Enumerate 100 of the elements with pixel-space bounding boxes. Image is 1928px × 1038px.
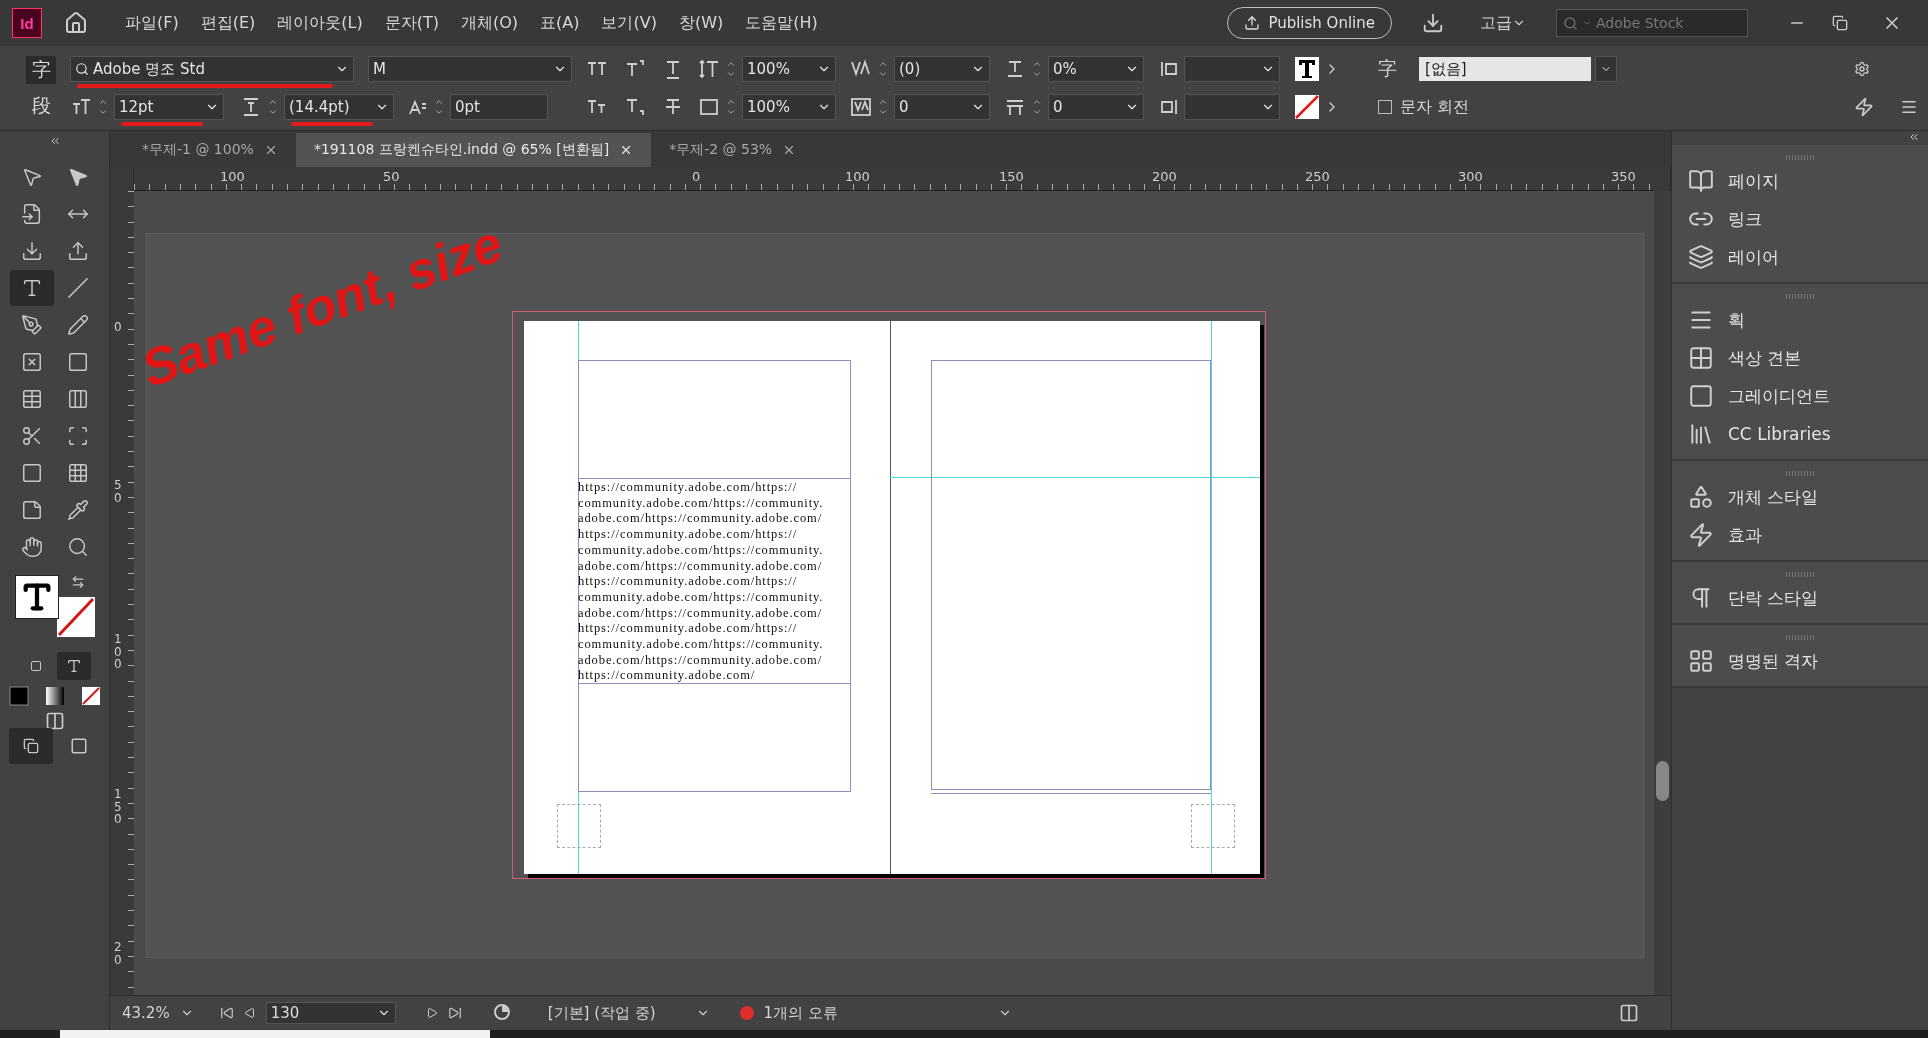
text-stroke-icon[interactable]	[1294, 94, 1320, 120]
menu-icon[interactable]	[1900, 98, 1918, 116]
none-slash-icon	[56, 597, 95, 637]
gradient-swatch-icon[interactable]	[44, 686, 65, 706]
collapse-icon[interactable]	[1908, 131, 1920, 143]
value-field[interactable]: (0)	[894, 56, 990, 82]
previous-page-icon[interactable]	[243, 1007, 256, 1019]
eyedropper-icon	[66, 499, 89, 521]
next-page-icon[interactable]	[425, 1007, 438, 1019]
menu-item[interactable]: 창(W)	[667, 12, 735, 34]
grid-icon	[1688, 648, 1714, 674]
ruler-label: 20	[114, 941, 122, 967]
panel-item[interactable]: 그레이디언트	[1672, 377, 1928, 415]
error-count[interactable]: 1개의 오류	[763, 1003, 838, 1023]
value-field[interactable]: 0	[1048, 94, 1144, 120]
ruler-label: 0	[114, 321, 122, 334]
app-logo[interactable]: Id	[12, 8, 42, 38]
download-icon[interactable]	[1422, 12, 1444, 34]
page-field[interactable]: 130	[265, 1002, 396, 1024]
restore-icon[interactable]	[1832, 15, 1848, 31]
square-icon	[69, 737, 88, 755]
split-view-icon[interactable]	[1619, 1003, 1639, 1023]
scan-icon	[66, 425, 89, 447]
square-icon	[1688, 383, 1714, 409]
value-field[interactable]: 0%	[1048, 56, 1144, 82]
shapes-icon	[1688, 484, 1714, 510]
panel-item[interactable]: 효과	[1672, 516, 1928, 554]
menu-item[interactable]: 파일(F)	[114, 12, 190, 34]
type-tool[interactable]	[9, 270, 54, 306]
ruler-label: 150	[114, 788, 122, 826]
pencil-icon	[66, 314, 89, 336]
menu-item[interactable]: 문자(T)	[373, 12, 450, 34]
ruler-label: 100	[845, 169, 870, 184]
menu-item[interactable]: 개체(O)	[449, 12, 530, 34]
menu-item[interactable]: 편집(E)	[189, 12, 267, 34]
fill-swatch[interactable]	[14, 575, 59, 619]
subscript-icon	[624, 96, 646, 118]
tracking-icon	[850, 96, 872, 118]
zoom-level[interactable]: 43.2%	[122, 1004, 170, 1022]
frame-grid-icon[interactable]	[44, 711, 65, 731]
dropdown-field[interactable]	[1184, 56, 1280, 82]
ruler-label: 100	[220, 169, 245, 184]
horizontal-scale-icon	[698, 96, 720, 118]
panel-item[interactable]: CC Libraries	[1672, 415, 1928, 453]
screen-mode-button[interactable]	[8, 728, 53, 764]
character-style-label: 字	[1378, 56, 1397, 81]
stroke-swatch[interactable]	[56, 597, 95, 637]
frame-text: https://community.adobe.com/https:// community.adobe.com/https://community. adobe.com/https://community.adobe.com/ https://community.adobe.com/https:// community.adobe.com/https://community. adobe.com/https://community.adobe.com/ https://community.adobe.com/https:// community.adobe.com/https://community. adobe.com/https://community.adobe.com/ https://community.adobe.com/https:// community.adobe.com/https://community. adobe.com/https://community.adobe.com/ https://community.adobe.com/	[578, 479, 825, 685]
upload-icon	[66, 240, 89, 262]
panel-item[interactable]: 색상 견본	[1672, 339, 1928, 377]
text-fill-icon[interactable]	[1294, 56, 1320, 82]
rotate-characters-checkbox[interactable]: 문자 회전	[1378, 96, 1470, 118]
search-icon	[66, 536, 89, 558]
page-number-frame	[557, 804, 601, 848]
value-field[interactable]: 0	[894, 94, 990, 120]
last-page-icon[interactable]	[447, 1006, 462, 1020]
panel-item[interactable]: 개체 스타일	[1672, 478, 1928, 516]
library-icon	[1688, 421, 1714, 447]
menu-item[interactable]: 도움말(H)	[734, 12, 829, 34]
document-tab[interactable]: *191108 프랑켄슈타인.indd @ 65% [변환됨]	[295, 133, 652, 167]
lightning-icon[interactable]	[1854, 97, 1874, 117]
home-icon[interactable]	[64, 11, 88, 35]
search-icon[interactable]	[1563, 15, 1578, 31]
grid-icon	[1688, 345, 1714, 371]
menu-item[interactable]: 레이아웃(L)	[266, 12, 374, 34]
workspace-menu[interactable]: 고급	[1480, 12, 1512, 34]
book-icon	[1688, 168, 1714, 194]
dropdown-field[interactable]	[1184, 94, 1280, 120]
value-field[interactable]: 0pt	[450, 94, 548, 120]
first-page-icon[interactable]	[219, 1006, 234, 1020]
ruler-label: 200	[1152, 169, 1177, 184]
lightning-icon	[1688, 522, 1714, 548]
font-style-field[interactable]: M	[368, 56, 572, 82]
document-tab[interactable]: *무제-2 @ 53%	[651, 133, 815, 167]
solid-color-icon[interactable]	[8, 686, 29, 706]
settings-icon[interactable]	[1854, 61, 1870, 77]
panel-item[interactable]: 획	[1672, 301, 1928, 339]
menu-item[interactable]: 표(A)	[529, 12, 591, 34]
style-dropdown[interactable]	[1595, 56, 1617, 82]
mode-tab[interactable]: 段	[26, 92, 56, 120]
panel-item[interactable]: 링크	[1672, 200, 1928, 238]
upload-icon[interactable]	[1244, 15, 1261, 31]
panel-item[interactable]: 페이지	[1672, 162, 1928, 200]
ruler-label: 150	[999, 169, 1024, 184]
value-field[interactable]: 100%	[742, 56, 836, 82]
vertical-scrollbar[interactable]	[1654, 191, 1671, 995]
vertical-scale-icon	[698, 58, 720, 80]
type-icon	[65, 658, 82, 674]
document-tab[interactable]: *무제-1 @ 100%	[124, 133, 296, 167]
ruler-label: 300	[1458, 169, 1483, 184]
panel-item[interactable]: 레이어	[1672, 238, 1928, 276]
ruler-label: 100	[114, 633, 122, 671]
menu-item[interactable]: 보기(V)	[590, 12, 668, 34]
error-dot	[739, 1006, 754, 1020]
preflight-profile[interactable]: [기본] (작업 중)	[547, 1003, 656, 1023]
mode-tab[interactable]: 字	[26, 56, 56, 84]
none-color-icon[interactable]	[80, 686, 101, 706]
character-style-field[interactable]: [없음]	[1419, 57, 1591, 81]
text-format-button[interactable]	[56, 652, 91, 680]
value-field[interactable]: 100%	[742, 94, 836, 120]
